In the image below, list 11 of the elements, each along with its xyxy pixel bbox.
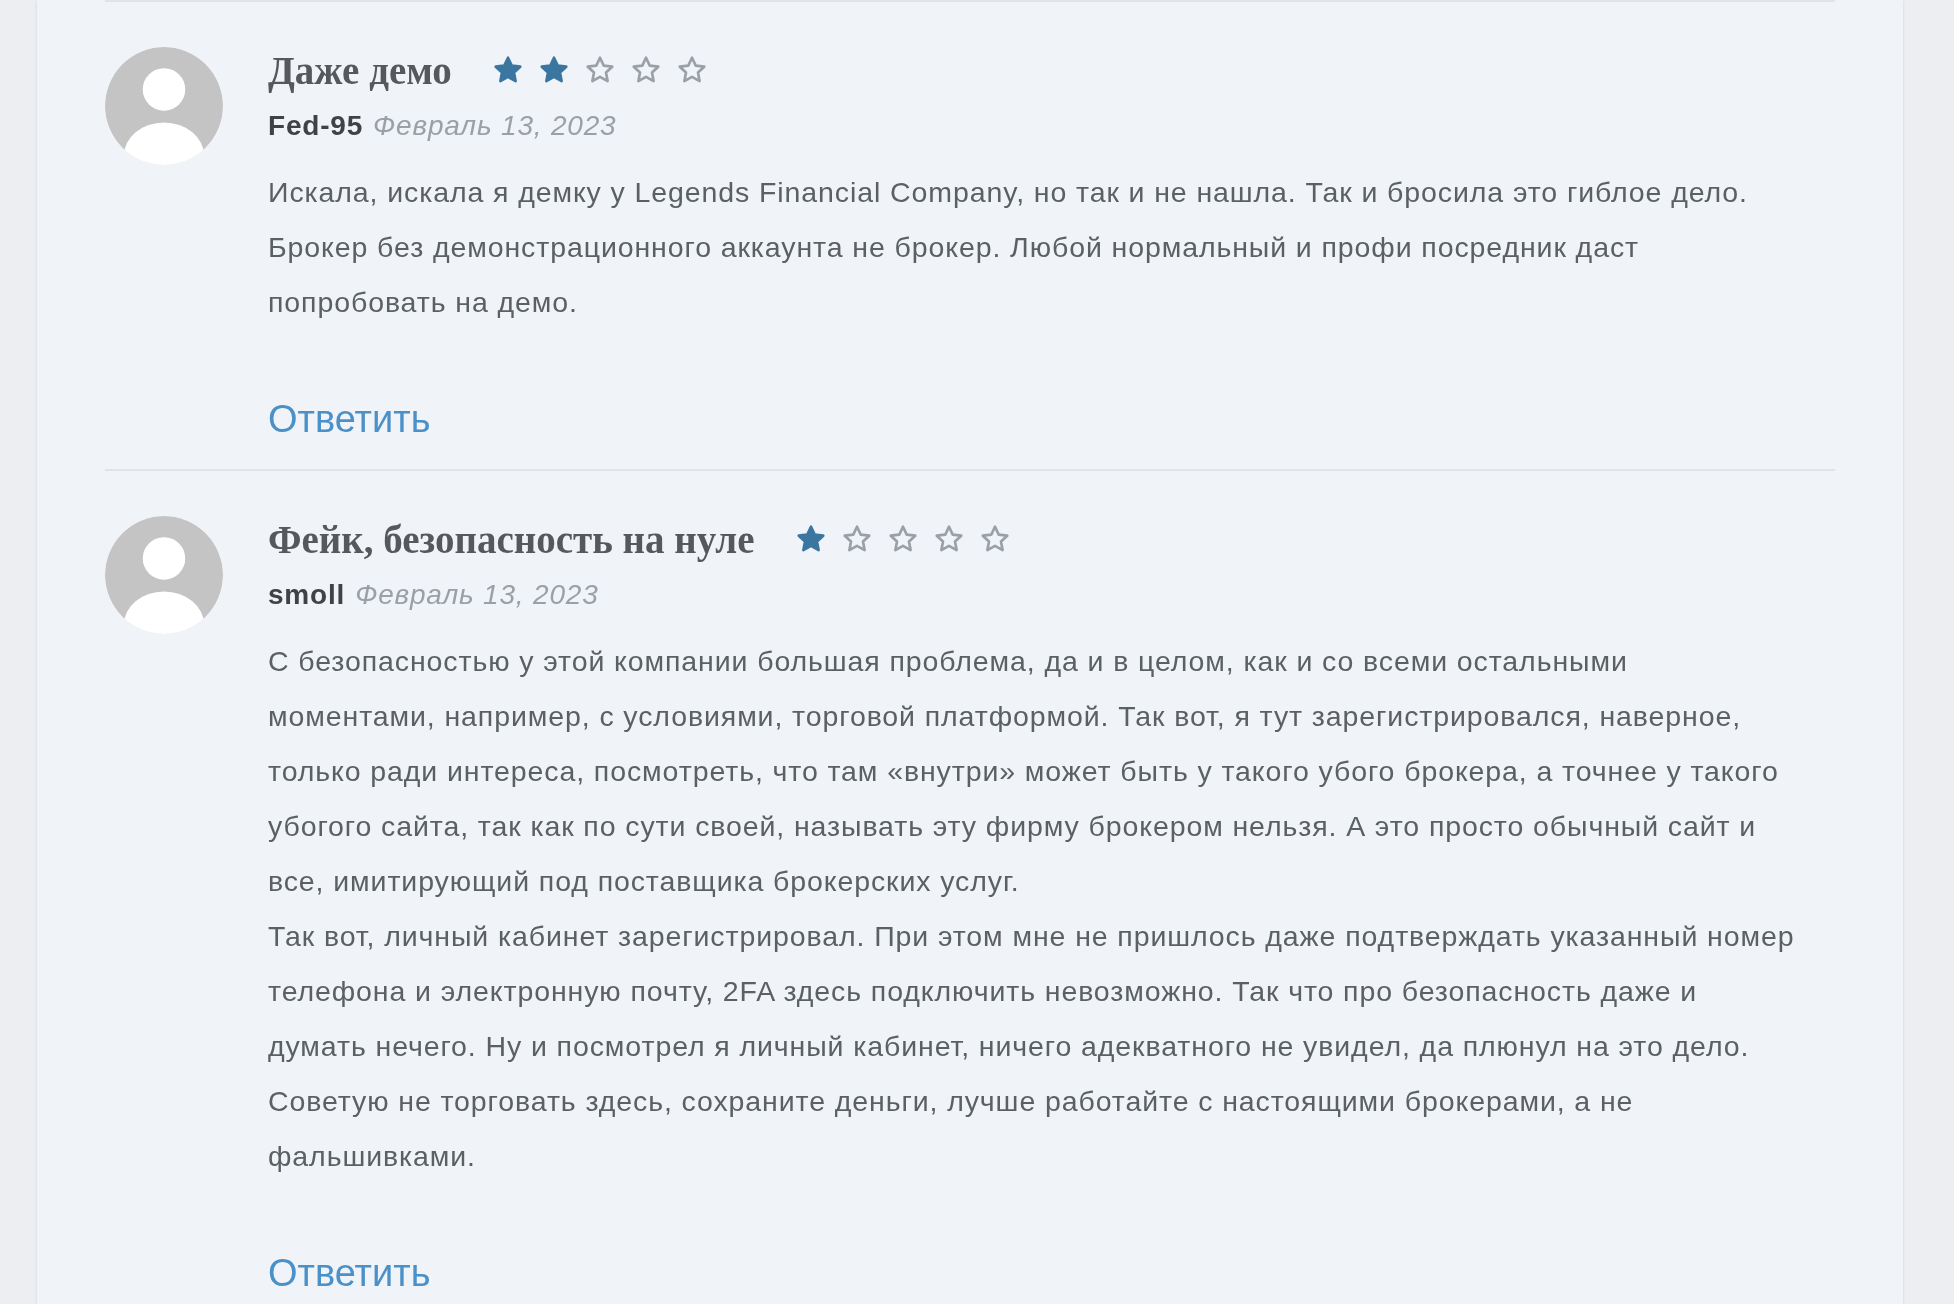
avatar-icon xyxy=(105,516,223,634)
reply-link[interactable]: Ответить xyxy=(268,398,431,440)
review-text: Искала, искала я демку у Legends Financial Company, но так и не нашла. Так и бросила это гиблое дело. Брокер без демонстрационного аккаунта не брокер. Любой нормальный и профи посредник даст попробовать на демо. xyxy=(268,175,1749,320)
avatar-icon xyxy=(105,47,223,165)
author-name: Fed-95 xyxy=(268,109,364,143)
review-date: Февраль 13, 2023 xyxy=(355,578,599,612)
review-text: Так вот, личный кабинет зарегистрировал. При этом мне не пришлось даже подтверждать указанный номер телефона и электронную почту, 2FA здесь подключить невозможно. Так что про безопасность даже и думать нечего. Ну и посмотрел я личный кабинет, ничего адекватного не увидел, да плюнул на это дело. Советую не торговать здесь, сохраните деньги, лучше работайте с настоящими брокерами, а не фальшивками. xyxy=(268,919,1795,1174)
author-name: smoll xyxy=(268,578,346,612)
review-date: Февраль 13, 2023 xyxy=(373,109,617,143)
reply-link[interactable]: Ответить xyxy=(268,1252,431,1294)
review-text: С безопасностью у этой компании большая проблема, да и в целом, как и со всеми остальными моментами, например, с условиями, торговой платформой. Так вот, я тут зарегистрировался, наверное, только ради интереса, посмотреть, что там «внутри» может быть у такого убого брокера, а точнее у такого убогого сайта, так как по сути своей, называть эту фирму брокером нельзя. А это просто обычный сайт и все, имитирующий под поставщика брокерских услуг. xyxy=(268,644,1780,899)
